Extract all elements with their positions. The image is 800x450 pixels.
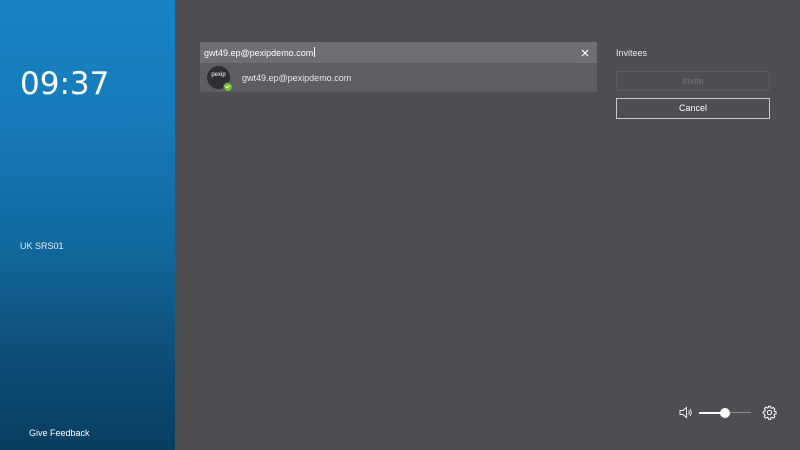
sidebar: 09:37 UK SRS01 Give Feedback xyxy=(0,0,175,450)
give-feedback-link[interactable]: Give Feedback xyxy=(29,428,90,438)
volume-slider[interactable] xyxy=(699,407,751,419)
cancel-button[interactable]: Cancel xyxy=(616,98,770,119)
avatar: pexip xyxy=(207,66,233,92)
clock: 09:37 xyxy=(20,66,110,102)
invite-button[interactable]: Invite xyxy=(616,71,770,91)
volume-slider-thumb[interactable] xyxy=(720,408,730,418)
search-result-label: gwt49.ep@pexipdemo.com xyxy=(242,73,352,83)
invitees-heading: Invitees xyxy=(616,48,648,58)
search-result-item[interactable]: pexip gwt49.ep@pexipdemo.com xyxy=(200,63,597,92)
search-value: gwt49.ep@pexipdemo.com xyxy=(204,48,314,58)
search-input[interactable]: gwt49.ep@pexipdemo.com xyxy=(204,47,316,58)
room-name: UK SRS01 xyxy=(20,241,64,251)
clear-search-button[interactable] xyxy=(579,46,591,58)
avatar-logo-text: pexip xyxy=(211,72,226,78)
speaker-icon[interactable] xyxy=(679,406,693,419)
text-caret xyxy=(314,47,316,57)
app-window: 09:37 UK SRS01 Give Feedback gwt49.ep@pe… xyxy=(0,0,800,450)
search-box[interactable]: gwt49.ep@pexipdemo.com xyxy=(200,42,597,63)
close-icon xyxy=(581,49,589,57)
available-status-icon xyxy=(223,82,233,92)
gear-icon[interactable] xyxy=(762,405,777,420)
